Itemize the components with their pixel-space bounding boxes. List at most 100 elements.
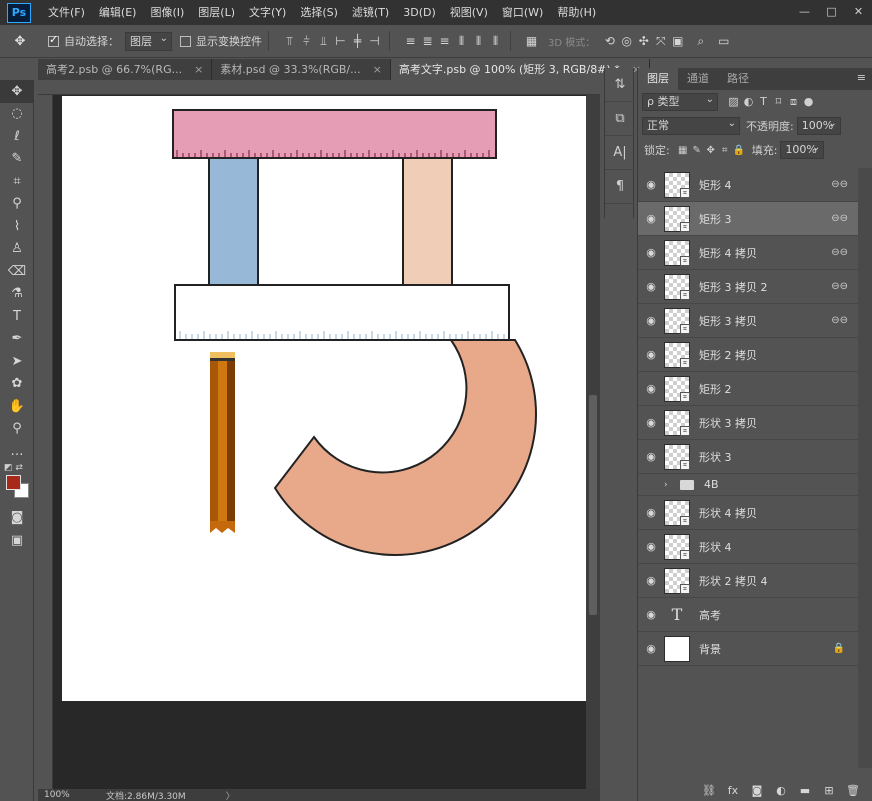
panel-menu-icon[interactable]: ≡ xyxy=(857,71,866,84)
properties-panel-icon[interactable]: ⧉ xyxy=(605,102,635,136)
tab-sucai[interactable]: 素材.psd @ 33.3%(RGB/... × xyxy=(212,59,391,80)
align-bottom-icon[interactable]: ⫫ xyxy=(315,34,332,49)
3d-slide-icon[interactable]: ⤧ xyxy=(652,34,669,49)
align-right-icon[interactable]: ⊣ xyxy=(366,34,383,48)
align-left-icon[interactable]: ⊢ xyxy=(332,34,349,48)
crop-tool-icon[interactable]: ⌗ xyxy=(0,170,34,193)
layer-row[interactable]: ◉ ⌗ 形状 4 拷贝 xyxy=(638,496,858,530)
fill-field[interactable]: 100% ⌄ xyxy=(780,141,825,159)
align-vcenter-icon[interactable]: ⫩ xyxy=(298,34,315,49)
close-tab-icon[interactable]: × xyxy=(194,59,203,80)
new-group-icon[interactable]: ▬ xyxy=(793,784,817,797)
brush-tool-icon[interactable]: ⌇ xyxy=(0,215,34,238)
move-tool-icon[interactable]: ✥ xyxy=(0,34,40,49)
more-tools-icon[interactable]: … xyxy=(0,440,34,463)
adjustment-layer-icon[interactable]: ◐ xyxy=(769,784,793,797)
lasso-tool-icon[interactable]: ℓ xyxy=(0,125,34,148)
visibility-eye-icon[interactable]: ◉ xyxy=(638,416,664,429)
eraser-tool-icon[interactable]: ⌫ xyxy=(0,260,34,283)
menu-edit[interactable]: 编辑(E) xyxy=(92,0,144,25)
quick-select-tool-icon[interactable]: ✎ xyxy=(0,148,34,171)
workspace-icon[interactable]: ▭ xyxy=(715,34,732,48)
distribute-right-icon[interactable]: ⦀ xyxy=(487,34,504,49)
auto-align-icon[interactable]: ▦ xyxy=(523,34,540,48)
status-menu-arrow[interactable]: 〉 xyxy=(226,789,235,801)
filter-shape-icon[interactable]: ⌑ xyxy=(771,95,786,109)
distribute-left-icon[interactable]: ⦀ xyxy=(453,34,470,49)
pen-tool-icon[interactable]: ✒ xyxy=(0,328,34,351)
show-transform-checkbox[interactable] xyxy=(180,35,191,47)
filter-pixel-icon[interactable]: ▨ xyxy=(726,95,741,109)
visibility-eye-icon[interactable]: ◉ xyxy=(638,314,664,327)
custom-shape-tool-icon[interactable]: ✿ xyxy=(0,373,34,396)
auto-select-dropdown[interactable]: 图层 xyxy=(125,30,172,51)
visibility-eye-icon[interactable]: ◉ xyxy=(638,280,664,293)
lock-pixels-icon[interactable]: ✎ xyxy=(690,145,704,156)
menu-image[interactable]: 图像(I) xyxy=(143,0,191,25)
tab-gaokao2[interactable]: 高考2.psb @ 66.7%(RG... × xyxy=(38,59,213,80)
visibility-eye-icon[interactable]: ◉ xyxy=(638,450,664,463)
menu-type[interactable]: 文字(Y) xyxy=(242,0,293,25)
vertical-scrollbar[interactable] xyxy=(586,95,600,789)
menu-file[interactable]: 文件(F) xyxy=(41,0,92,25)
menu-help[interactable]: 帮助(H) xyxy=(550,0,603,25)
layer-row[interactable]: ◉ ⌗ 形状 2 拷贝 4 xyxy=(638,564,858,598)
visibility-eye-icon[interactable]: ◉ xyxy=(638,642,664,655)
screen-mode-icon[interactable]: ▣ xyxy=(0,529,34,552)
character-panel-icon[interactable]: A| xyxy=(605,136,635,170)
visibility-eye-icon[interactable]: ◉ xyxy=(638,608,664,621)
align-top-icon[interactable]: ⫪ xyxy=(281,34,298,49)
marquee-tool-icon[interactable]: ◌ xyxy=(0,103,34,126)
paragraph-panel-icon[interactable]: ¶ xyxy=(605,170,635,204)
quick-mask-icon[interactable]: ◙ xyxy=(0,507,34,530)
layer-row[interactable]: ◉ T 高考 xyxy=(638,598,858,632)
layer-style-icon[interactable]: fx xyxy=(721,784,745,797)
foreground-color[interactable] xyxy=(6,474,21,490)
lock-artboard-icon[interactable]: ⌗ xyxy=(718,145,732,156)
3d-scale-icon[interactable]: ▣ xyxy=(669,34,686,48)
filter-adjustment-icon[interactable]: ◐ xyxy=(741,95,756,109)
move-tool-icon[interactable]: ✥ xyxy=(0,80,34,103)
delete-layer-icon[interactable]: 🗑 xyxy=(841,784,865,797)
lock-all-icon[interactable]: 🔒 xyxy=(732,145,746,156)
layer-row[interactable]: ◉ ⌗ 形状 3 xyxy=(638,440,858,474)
swap-colors-icon[interactable]: ◩ ⇄ xyxy=(4,463,23,473)
3d-pan-icon[interactable]: ✣ xyxy=(635,34,652,48)
auto-select-checkbox[interactable] xyxy=(48,33,59,47)
tab-channels[interactable]: 通道 xyxy=(678,68,718,90)
visibility-eye-icon[interactable]: ◉ xyxy=(638,574,664,587)
type-tool-icon[interactable]: T xyxy=(0,305,34,328)
visibility-eye-icon[interactable]: ◉ xyxy=(638,178,664,191)
visibility-eye-icon[interactable]: ◉ xyxy=(638,212,664,225)
align-hcenter-icon[interactable]: ╪ xyxy=(349,34,366,48)
history-panel-icon[interactable]: ⇅ xyxy=(605,68,635,102)
visibility-eye-icon[interactable]: ◉ xyxy=(638,506,664,519)
distribute-bottom-icon[interactable]: ≡ xyxy=(436,34,453,48)
layers-scrollbar[interactable] xyxy=(858,168,872,768)
visibility-eye-icon[interactable]: ◉ xyxy=(638,382,664,395)
opacity-field[interactable]: 100% ⌄ xyxy=(796,117,841,135)
menu-window[interactable]: 窗口(W) xyxy=(495,0,550,25)
menu-layer[interactable]: 图层(L) xyxy=(191,0,242,25)
layer-group-row[interactable]: › 4B xyxy=(638,474,858,496)
layer-row[interactable]: ◉ ⌗ 矩形 2 拷贝 xyxy=(638,338,858,372)
layer-row[interactable]: ◉ 背景 🔒 xyxy=(638,632,858,666)
filter-smart-object-icon[interactable]: ⧈ xyxy=(786,95,801,109)
layer-row[interactable]: ◉ ⌗ 矩形 3 ⊖⊖ xyxy=(638,202,858,236)
search-icon[interactable]: ⌕ xyxy=(692,34,709,49)
layer-row[interactable]: ◉ ⌗ 矩形 2 xyxy=(638,372,858,406)
visibility-eye-icon[interactable]: ◉ xyxy=(638,348,664,361)
layer-row[interactable]: ◉ ⌗ 矩形 3 拷贝 2 ⊖⊖ xyxy=(638,270,858,304)
menu-3d[interactable]: 3D(D) xyxy=(396,0,443,25)
lock-transparent-icon[interactable]: ▦ xyxy=(676,145,690,156)
layer-row[interactable]: ◉ ⌗ 形状 4 xyxy=(638,530,858,564)
add-mask-icon[interactable]: ◙ xyxy=(745,784,769,797)
zoom-level[interactable]: 100% xyxy=(38,790,76,800)
filter-toggle-icon[interactable]: ● xyxy=(801,95,816,109)
distribute-vcenter-icon[interactable]: ≣ xyxy=(419,34,436,48)
menu-view[interactable]: 视图(V) xyxy=(443,0,495,25)
restore-button[interactable]: □ xyxy=(818,0,845,22)
visibility-eye-icon[interactable]: ◉ xyxy=(638,246,664,259)
3d-rotate-icon[interactable]: ⟲ xyxy=(601,34,618,48)
layer-row[interactable]: ◉ ⌗ 矩形 4 ⊖⊖ xyxy=(638,168,858,202)
